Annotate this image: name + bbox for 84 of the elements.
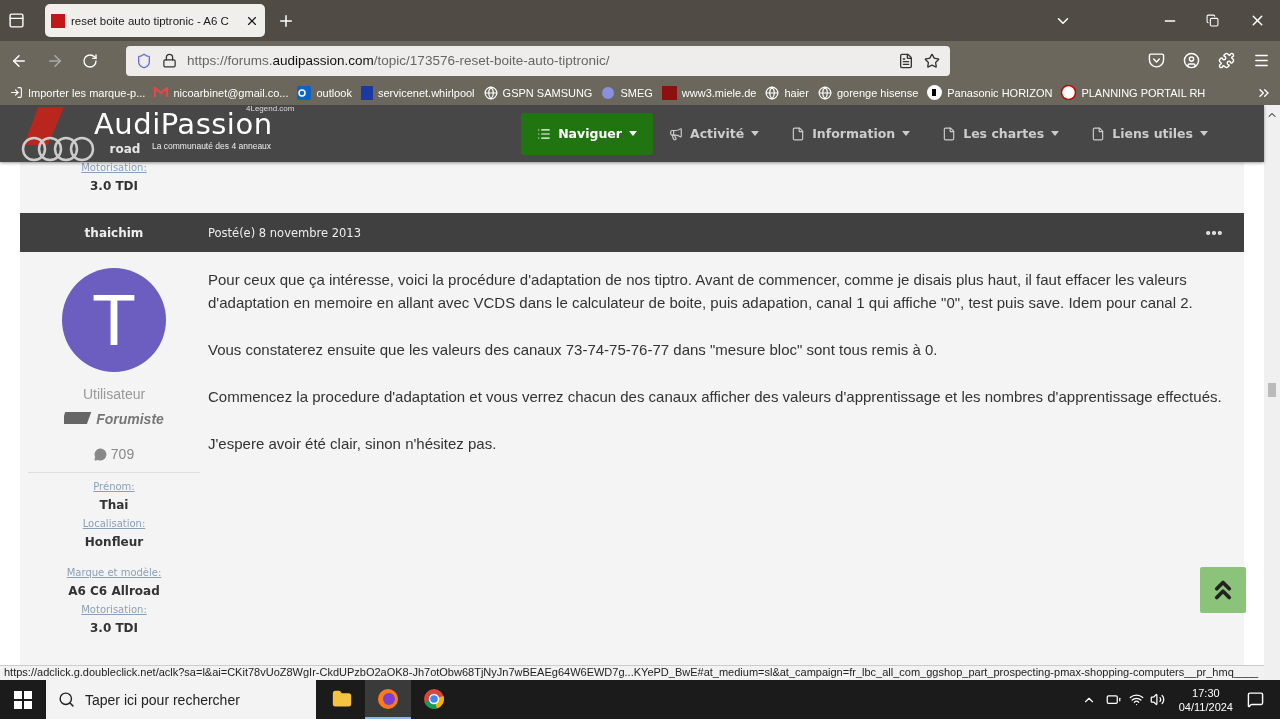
bookmark[interactable]: www3.miele.de — [661, 85, 757, 100]
field-value: road — [109, 142, 141, 156]
volume-icon[interactable] — [1149, 692, 1165, 707]
caret-icon — [1200, 131, 1208, 136]
extensions-icon[interactable] — [1218, 52, 1235, 69]
import-icon — [10, 86, 23, 99]
bookmark[interactable]: nicoarbinet@gmail.co... — [154, 86, 289, 99]
bookmark[interactable]: Panasonic HORIZON — [927, 85, 1053, 100]
list-icon — [537, 126, 552, 141]
caret-icon — [902, 131, 911, 136]
field-value: Honfleur — [84, 535, 144, 549]
caret-icon — [751, 131, 760, 136]
scrollbar-thumb[interactable] — [1268, 383, 1276, 397]
document-icon — [791, 126, 806, 141]
bookmark[interactable]: GSPN SAMSUNG — [483, 85, 593, 100]
avatar[interactable]: T — [62, 268, 166, 372]
post-paragraph: Commencez la procedure d'adaptation et vous verrez chacun des canaux afficher des valeurs d'apprentissage et les nombres d'apprentissage effectués. — [208, 387, 1223, 407]
shield-icon — [136, 52, 152, 69]
field-value: 3.0 TDI — [89, 621, 138, 635]
bookmark[interactable]: SMEG — [601, 85, 653, 100]
globe-icon — [765, 85, 780, 100]
site-favicon — [51, 13, 65, 28]
rank-badge: Forumiste — [64, 410, 164, 428]
author-name[interactable]: thaichim — [20, 225, 208, 240]
bookmark[interactable]: haier — [765, 85, 809, 100]
post-paragraph: Vous constaterez ensuite que les valeurs des canaux 73-74-75-76-77 dans "mesure bloc" sont tous remis à 0. — [208, 340, 939, 360]
mail-icon — [154, 87, 169, 98]
caret-icon — [629, 131, 637, 136]
pocket-icon[interactable] — [1148, 52, 1165, 69]
nav-menu-item[interactable]: Les chartes — [926, 112, 1076, 155]
wifi-icon[interactable] — [1128, 692, 1144, 707]
user-role: Utilisateur — [82, 386, 146, 402]
caret-icon — [1051, 131, 1060, 136]
field-value: 3.0 TDI — [89, 179, 138, 193]
field-label: Motorisation: — [81, 604, 147, 615]
speech-bubble-icon — [93, 447, 107, 461]
tab-list-icon[interactable] — [8, 12, 25, 29]
field-label: Marque et modèle: — [66, 567, 162, 578]
field-label: Prénom: — [93, 481, 135, 492]
field-value: Thai — [99, 498, 129, 512]
post-paragraph: Pour ceux que ça intéresse, voici la procédure d'adaptation de nos tiptro. Avant de commencer, comme je disais plus haut, il faut effacer les valeurs d'adaptation en memoire en allant avec VCDS dans le calculateur de boite, puis adapation, canal 1 qui affiche "0", test puis save. Idem pour canal 2. — [208, 270, 1194, 313]
nav-menu-item[interactable]: Naviguer — [521, 112, 653, 155]
bookmark[interactable]: servicenet.whirlpool — [360, 85, 475, 100]
field-label: Motorisation: — [81, 162, 147, 173]
taskbar-app-icon[interactable] — [365, 680, 411, 719]
windows-start-icon[interactable] — [14, 690, 32, 709]
battery-icon[interactable] — [1105, 692, 1121, 707]
browser-tab[interactable]: reset boite auto tiptronic - A6 C — [45, 4, 265, 37]
account-icon[interactable] — [1183, 52, 1200, 69]
scrollbar[interactable] — [1264, 105, 1280, 680]
globe-icon — [817, 85, 832, 100]
badge-icon — [1061, 85, 1077, 100]
globe-icon — [483, 85, 498, 100]
post-count: 709 — [28, 446, 200, 473]
document-icon — [942, 126, 957, 141]
megaphone-icon — [669, 126, 683, 141]
search-icon — [58, 691, 75, 708]
outlook-icon — [297, 85, 312, 100]
bookmark[interactable]: gorenge hisense — [817, 85, 919, 100]
notifications-icon[interactable] — [1247, 691, 1264, 708]
p-circle-icon — [927, 85, 943, 100]
reader-view-icon[interactable] — [898, 52, 914, 69]
post-paragraph: J'espere avoir été clair, sinon n'hésitez pas. — [208, 434, 498, 454]
menu-icon[interactable] — [1253, 52, 1270, 69]
status-url: https://adclick.g.doubleclick.net/aclk?sa=l&ai=CKit78vUoZ8WgIr-CkdUPzbO2aOK8-Jh7otObw68TjNyJn7wBEAEg64W6EWD7g...KYePD_BwE#at_medium=sl&at_campaign=fr_lbc_all_com_ggshop_part_prospecting-pmax-shopping-computers__pr_hmq____ — [0, 665, 1264, 680]
document-icon — [1091, 126, 1106, 141]
address-bar[interactable]: https://forums.audipassion.com/topic/173576-reset-boite-auto-tiptronic/ — [126, 45, 950, 76]
taskbar-search-field[interactable]: Taper ici pour rechercher — [46, 680, 316, 719]
post-date: Posté(e) 8 novembre 2013 — [208, 225, 362, 240]
star-icon[interactable] — [924, 52, 940, 69]
restore-icon[interactable] — [1206, 14, 1219, 27]
nav-menu-item[interactable]: Liens utiles — [1075, 112, 1224, 155]
field-label: Localisation: — [82, 518, 146, 529]
bookmark[interactable]: Importer les marque-p... — [10, 86, 146, 99]
nav-menu-item[interactable]: Information — [775, 112, 927, 155]
square-logo-icon — [661, 85, 677, 100]
lock-icon — [162, 53, 177, 68]
scroll-to-top-button[interactable] — [1200, 567, 1246, 613]
nav-menu-item[interactable]: Activité — [653, 112, 776, 155]
bookmark[interactable]: outlook — [297, 85, 352, 100]
taskbar-clock[interactable]: 17:30 04/11/2024 — [1178, 685, 1233, 714]
reload-icon[interactable] — [82, 52, 98, 69]
field-value: A6 C6 Allroad — [68, 584, 160, 598]
bookmark[interactable]: PLANNING PORTAIL RH — [1061, 85, 1206, 100]
